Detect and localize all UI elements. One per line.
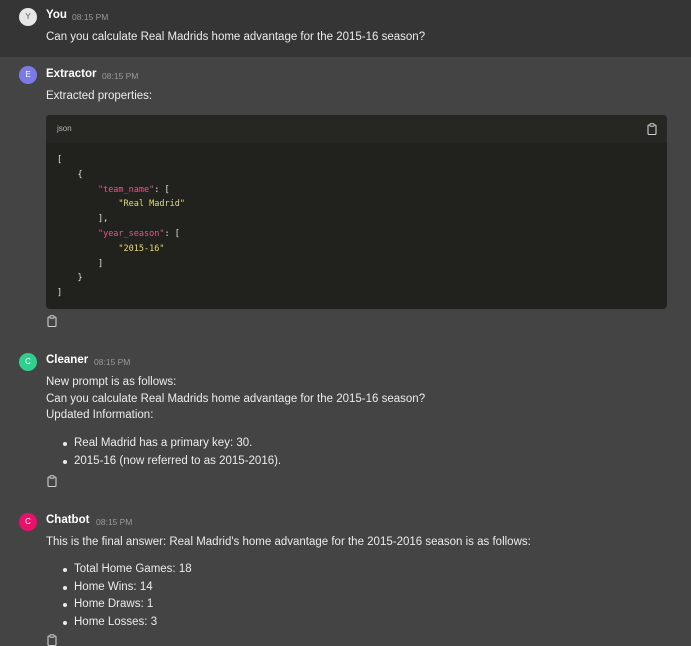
extractor-message-text: Extracted properties: <box>46 90 153 102</box>
code-block: json [ { "team_name": [ "Real Madrid" ],… <box>46 115 667 309</box>
code-block-header: json <box>46 115 667 143</box>
extractor-author-name: Extractor <box>46 68 97 80</box>
list-item: Total Home Games: 18 <box>62 561 192 579</box>
cleaner-bullet-list: Real Madrid has a primary key: 30. 2015-… <box>62 435 281 470</box>
cleaner-author-name: Cleaner <box>46 354 89 366</box>
clipboard-icon[interactable] <box>47 634 57 646</box>
chatbot-author-name: Chatbot <box>46 514 90 526</box>
code-content: [ { "team_name": [ "Real Madrid" ], "yea… <box>57 155 185 299</box>
user-message: Y You 08:15 PM Can you calculate Real Ma… <box>0 0 691 57</box>
user-message-text: Can you calculate Real Madrids home adva… <box>46 31 426 43</box>
chatbot-avatar: C <box>19 513 37 531</box>
clipboard-icon[interactable] <box>47 315 57 327</box>
extractor-avatar: E <box>19 66 37 84</box>
user-avatar: Y <box>19 8 37 26</box>
cleaner-timestamp: 08:15 PM <box>94 357 131 367</box>
cleaner-line: Can you calculate Real Madrids home adva… <box>46 393 426 405</box>
list-item: Home Losses: 3 <box>62 614 192 632</box>
chatbot-bullet-list: Total Home Games: 18 Home Wins: 14 Home … <box>62 561 192 631</box>
cleaner-line: New prompt is as follows: <box>46 376 177 388</box>
list-item: Home Draws: 1 <box>62 596 192 614</box>
clipboard-icon[interactable] <box>47 475 57 487</box>
code-language-label: json <box>57 124 72 133</box>
user-timestamp: 08:15 PM <box>72 12 109 22</box>
chatbot-timestamp: 08:15 PM <box>96 517 133 527</box>
chatbot-message-text: This is the final answer: Real Madrid's … <box>46 536 531 548</box>
cleaner-line: Updated Information: <box>46 409 154 421</box>
user-author-name: You <box>46 9 67 21</box>
extractor-timestamp: 08:15 PM <box>102 71 139 81</box>
list-item: 2015-16 (now referred to as 2015-2016). <box>62 453 281 471</box>
clipboard-icon[interactable] <box>647 123 657 135</box>
list-item: Real Madrid has a primary key: 30. <box>62 435 281 453</box>
list-item: Home Wins: 14 <box>62 579 192 597</box>
cleaner-avatar: C <box>19 353 37 371</box>
